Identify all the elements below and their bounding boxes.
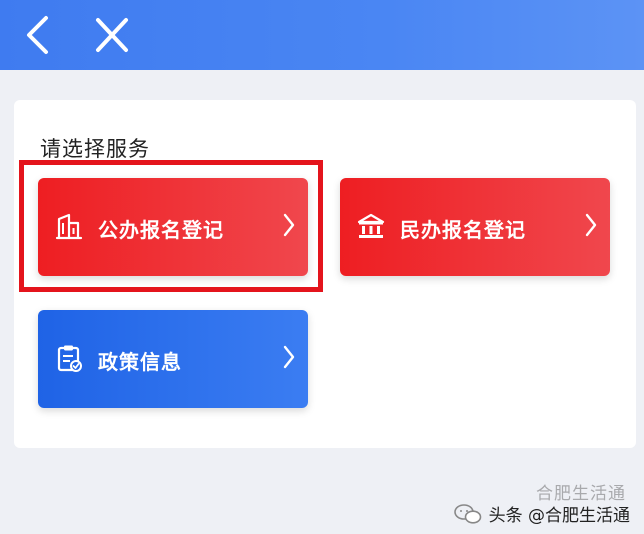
- private-registration-tile[interactable]: 民办报名登记: [340, 178, 610, 276]
- close-icon: [96, 18, 128, 52]
- back-button[interactable]: [18, 14, 58, 56]
- tile-label: 政策信息: [98, 350, 182, 374]
- chevron-right-icon: [584, 212, 598, 238]
- chevron-right-icon: [282, 344, 296, 370]
- section-title: 请选择服务: [40, 137, 150, 161]
- clipboard-icon: [54, 343, 84, 373]
- top-navigation-bar: [0, 0, 644, 70]
- watermark: 头条 @合肥生活通: [453, 501, 630, 526]
- highlight-box: [19, 160, 323, 292]
- wechat-icon: [453, 503, 483, 525]
- policy-info-tile[interactable]: 政策信息: [38, 310, 308, 408]
- watermark-text: 头条 @合肥生活通: [488, 506, 630, 526]
- tile-label: 民办报名登记: [400, 218, 526, 242]
- close-button[interactable]: [92, 14, 132, 56]
- bank-icon: [356, 211, 386, 241]
- chevron-left-icon: [27, 16, 48, 54]
